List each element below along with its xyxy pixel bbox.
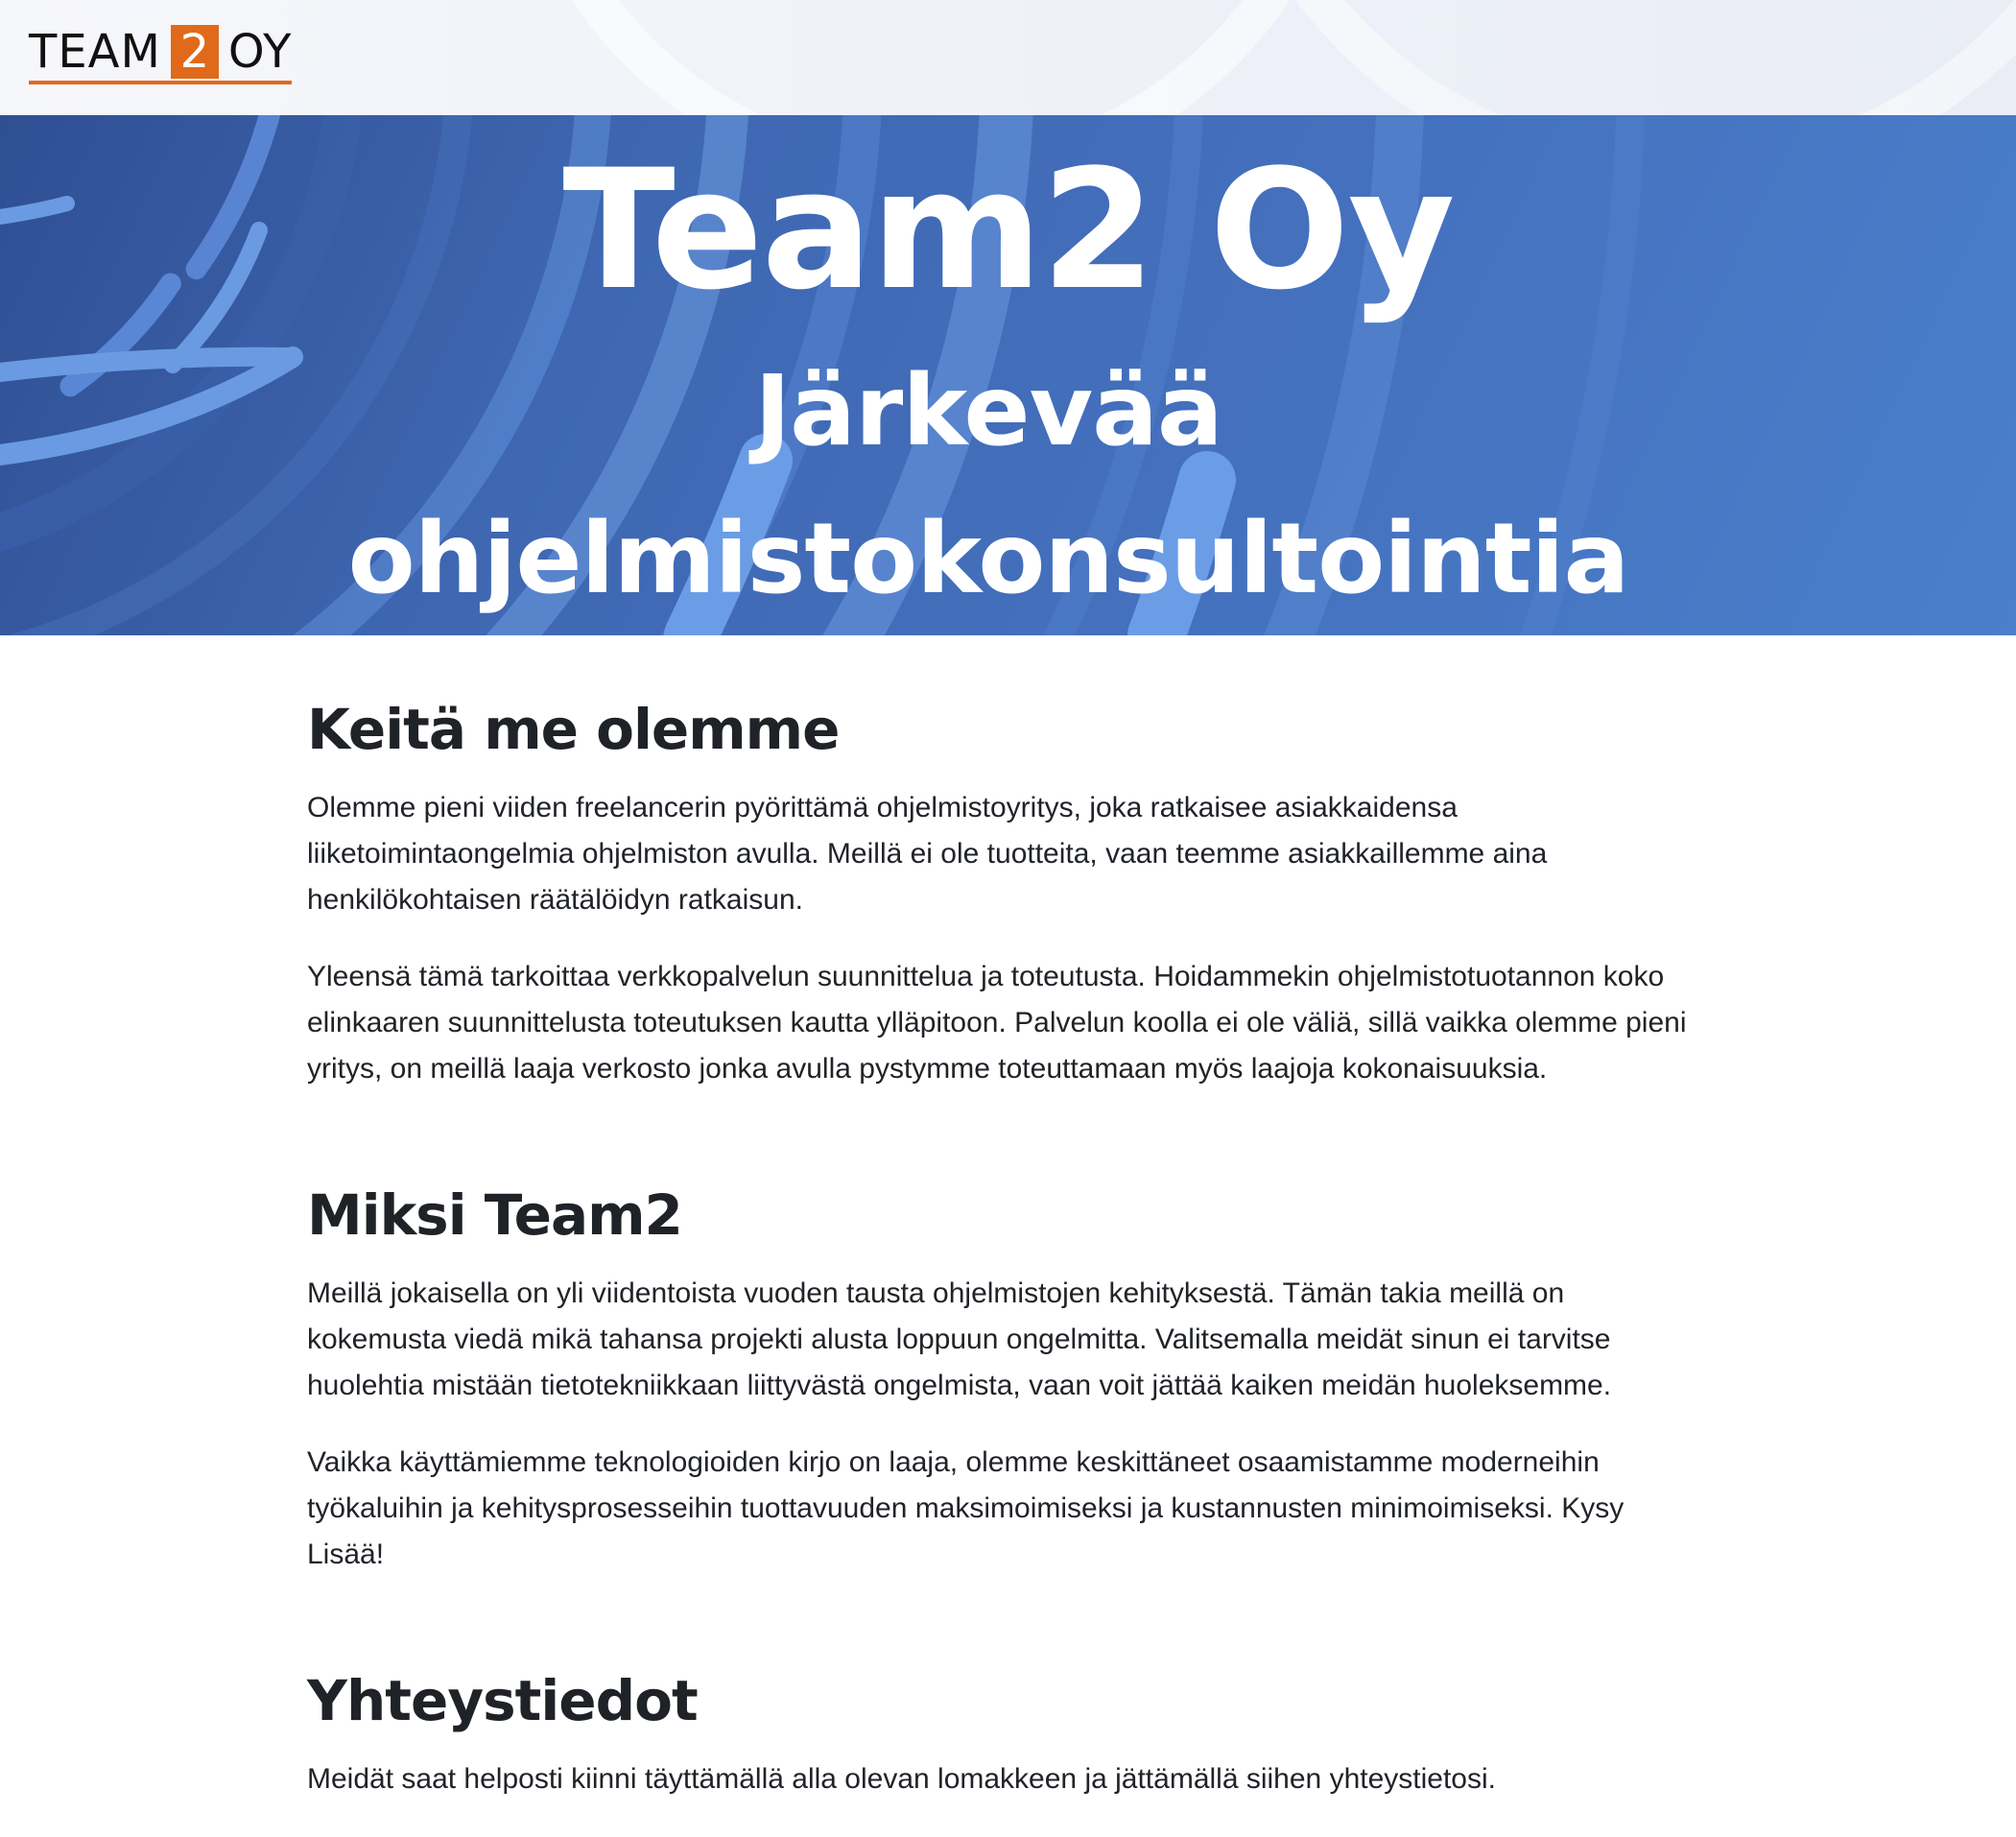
section-paragraph: Meidät saat helposti kiinni täyttämällä … <box>307 1763 1496 1795</box>
logo-text-oy: OY <box>227 25 293 79</box>
main-content: Keitä me olemme Olemme pieni viiden free… <box>307 691 1708 1802</box>
header-decoration <box>499 0 1363 115</box>
section-heading: Miksi Team2 <box>307 1182 683 1248</box>
hero-title: Team2 Oy <box>562 133 1455 326</box>
section-paragraph: Olemme pieni viiden freelancerin pyöritt… <box>307 792 1548 916</box>
site-header: TEAM 2 OY <box>0 0 2016 115</box>
hero-subtitle: Järkevää ohjelmistokonsultointia <box>347 354 1630 616</box>
section-heading: Keitä me olemme <box>307 697 840 762</box>
logo-text-team: TEAM <box>29 25 161 79</box>
section-who-we-are: Keitä me olemme Olemme pieni viiden free… <box>307 691 1708 1092</box>
section-contact: Yhteystiedot Meidät saat helposti kiinni… <box>307 1662 1708 1802</box>
section-why-team2: Miksi Team2 Meillä jokaisella on yli vii… <box>307 1177 1708 1578</box>
logo-number-box: 2 <box>170 25 219 79</box>
section-paragraph: Yleensä tämä tarkoittaa verkkopalvelun s… <box>307 961 1687 1085</box>
section-paragraph: Vaikka käyttämiemme teknologioiden kirjo… <box>307 1446 1625 1570</box>
hero-banner: Team2 Oy Järkevää ohjelmistokonsultointi… <box>0 115 2016 635</box>
section-paragraph: Meillä jokaisella on yli viidentoista vu… <box>307 1277 1612 1401</box>
section-heading: Yhteystiedot <box>307 1668 699 1733</box>
header-decoration <box>1199 0 2016 115</box>
team2-logo[interactable]: TEAM 2 OY <box>29 25 293 84</box>
